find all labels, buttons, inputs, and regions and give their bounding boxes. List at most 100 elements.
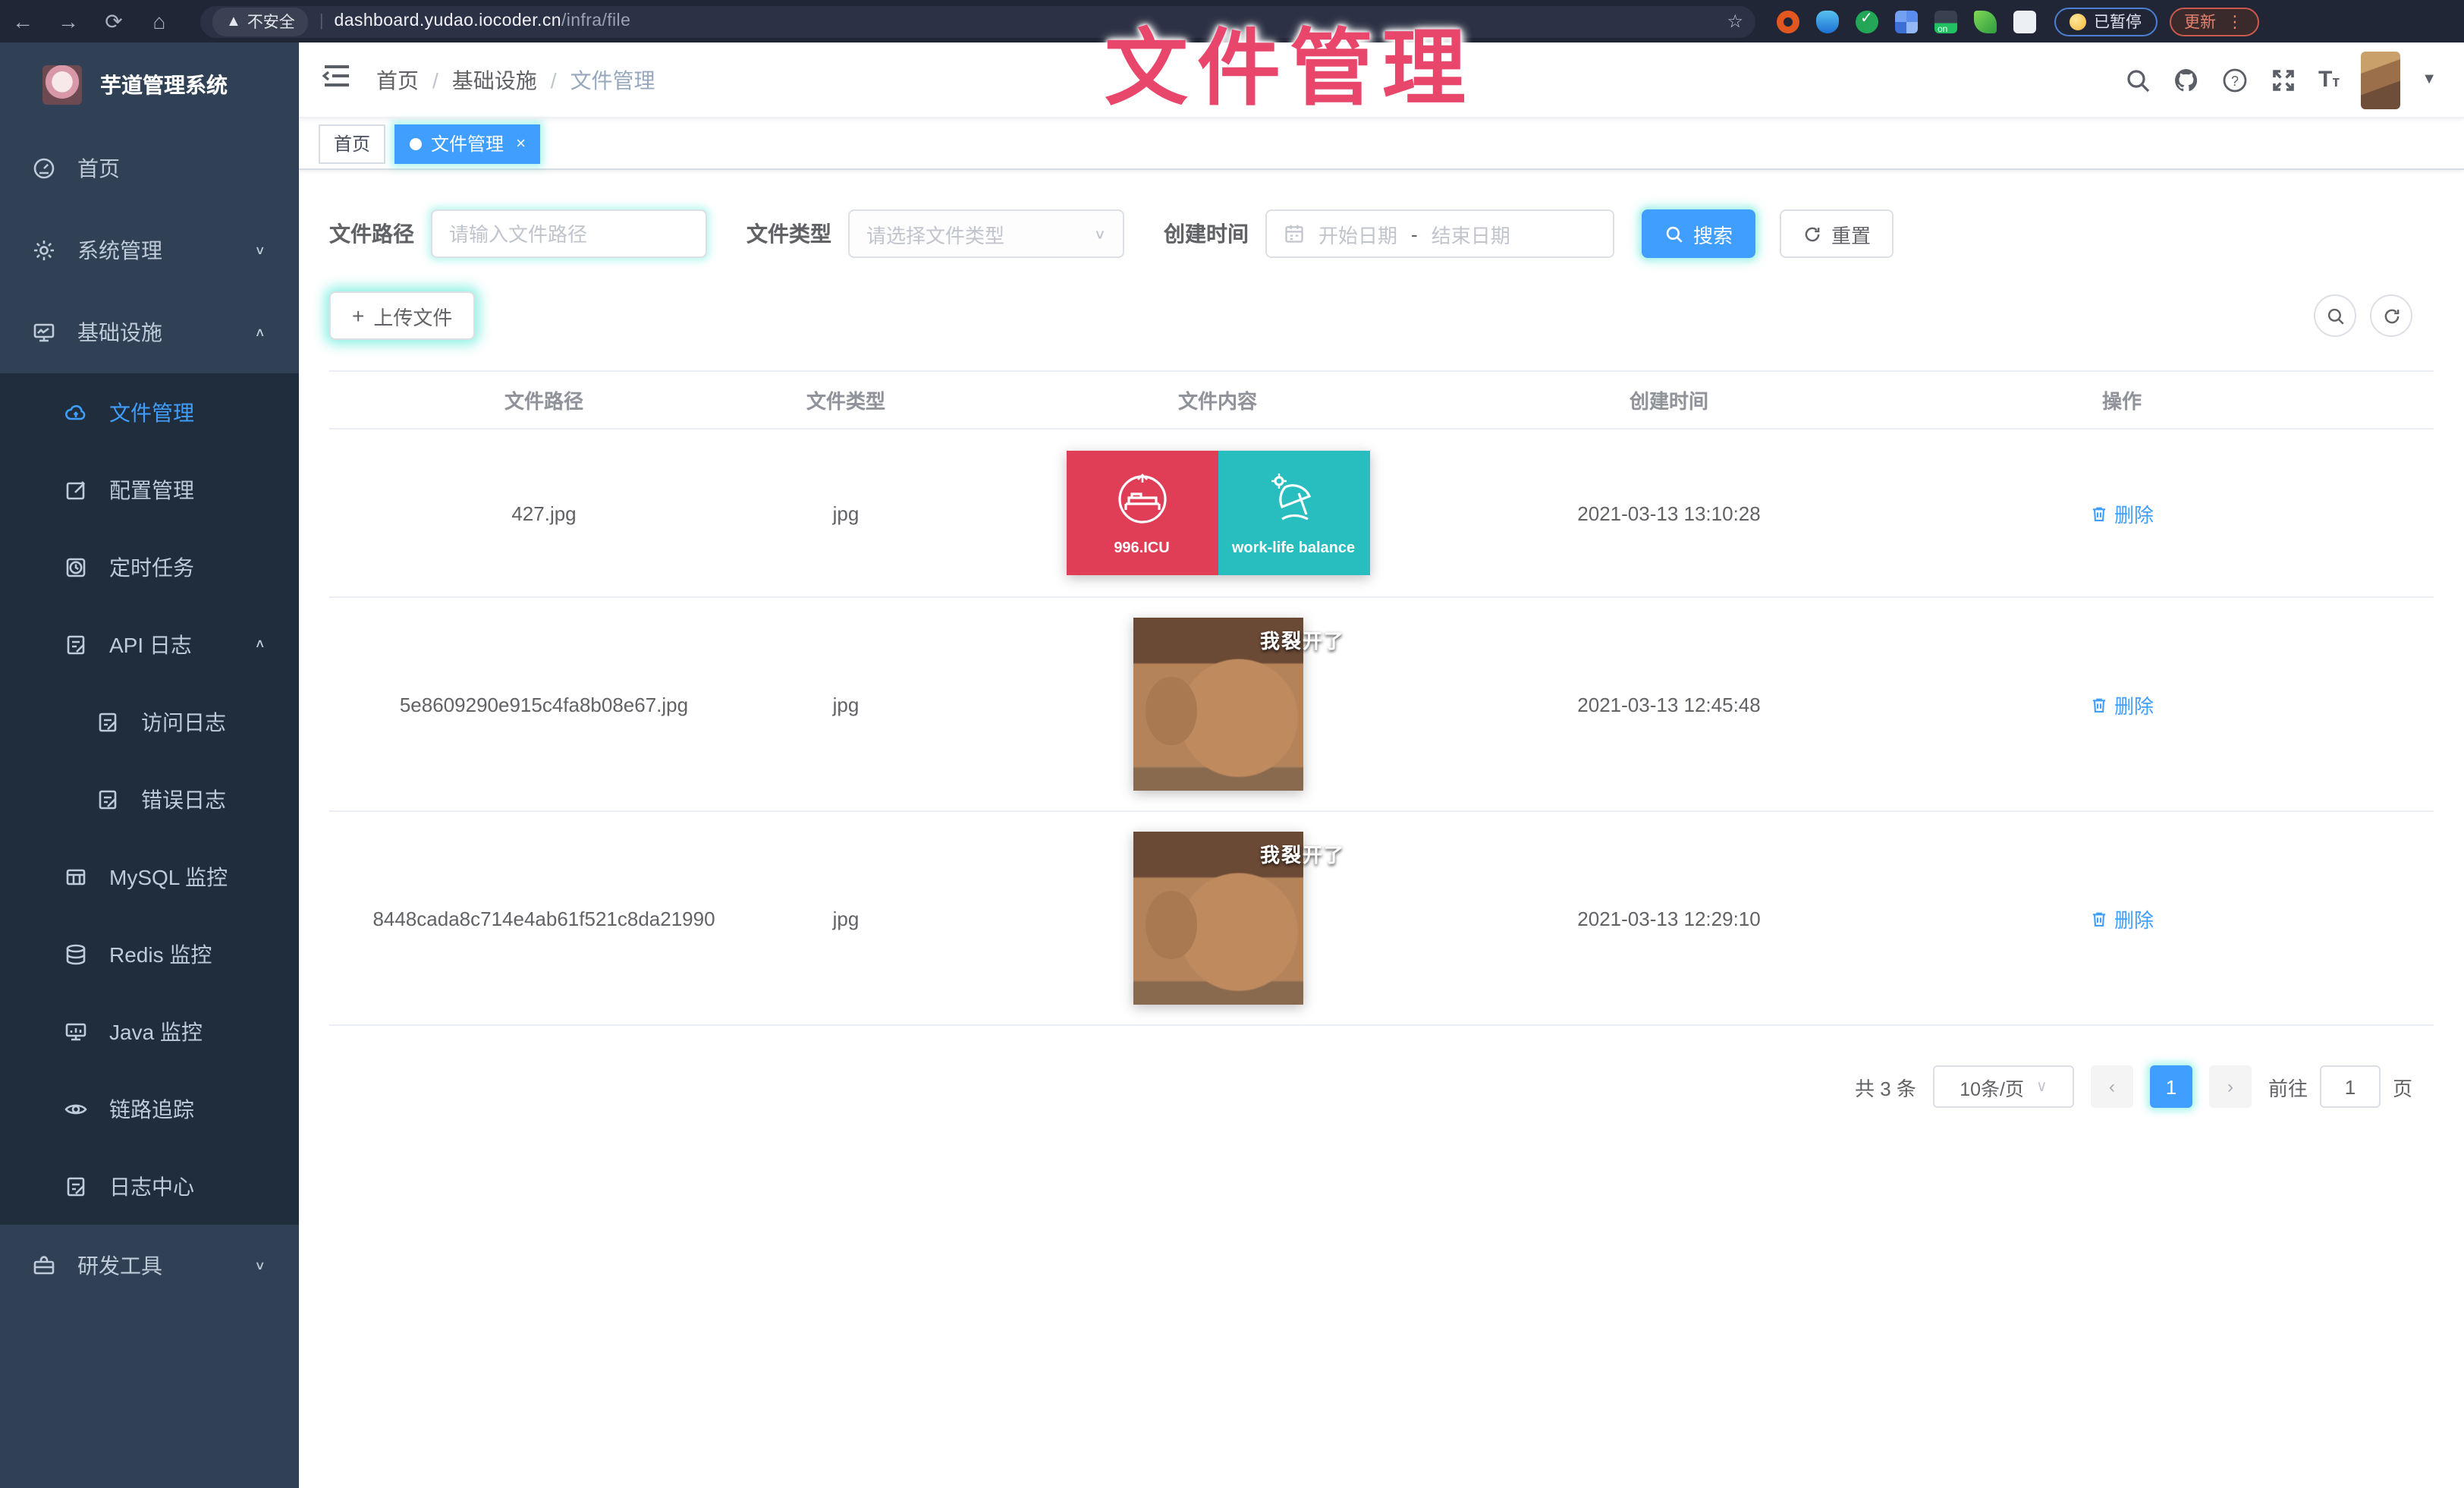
chevron-down-icon: ∨	[2036, 1078, 2048, 1095]
sidebar-item-10[interactable]: Redis 监控	[0, 915, 299, 993]
db-icon	[64, 942, 88, 966]
browser-update-pill[interactable]: 更新 ⋮	[2169, 7, 2258, 36]
file-preview-996-banner[interactable]: 996.ICUwork-life balance	[1066, 451, 1369, 575]
extension-leaf-icon[interactable]	[1974, 10, 1997, 33]
cell-file-type: jpg	[759, 489, 933, 536]
page-size-select[interactable]: 10条/页 ∨	[1933, 1065, 2074, 1108]
sidebar-item-label: 链路追踪	[109, 1093, 194, 1124]
umbrella-icon	[1263, 469, 1324, 534]
sidebar-item-1[interactable]: 系统管理∨	[0, 209, 299, 291]
sidebar-item-6[interactable]: API 日志∧	[0, 606, 299, 683]
file-preview-baby-meme[interactable]: 我裂开了	[1133, 832, 1303, 1005]
sidebar-item-13[interactable]: 日志中心	[0, 1147, 299, 1225]
docs-question-icon[interactable]: ?	[2221, 66, 2249, 93]
security-chip[interactable]: ▲ 不安全	[212, 7, 309, 36]
extension-squares-icon[interactable]	[1895, 10, 1918, 33]
extension-switch-on-icon[interactable]	[1934, 10, 1957, 33]
delete-button[interactable]: 删除	[2090, 904, 2154, 933]
sidebar-item-9[interactable]: MySQL 监控	[0, 838, 299, 915]
chevron-up-icon: ∧	[254, 637, 266, 651]
browser-home-icon[interactable]: ⌂	[137, 9, 182, 33]
upload-file-button[interactable]: + 上传文件	[329, 291, 475, 340]
delete-button[interactable]: 删除	[2090, 690, 2154, 719]
goto-label: 前往	[2268, 1072, 2308, 1101]
hamburger-icon[interactable]	[322, 62, 352, 97]
file-path-input[interactable]	[449, 222, 689, 245]
tag-file-manage[interactable]: 文件管理 ×	[394, 124, 541, 163]
sidebar-item-5[interactable]: 定时任务	[0, 528, 299, 606]
sidebar-item-12[interactable]: 链路追踪	[0, 1070, 299, 1147]
app-title: 芋道管理系统	[100, 70, 228, 100]
current-page-button[interactable]: 1	[2150, 1065, 2192, 1108]
header-search-icon[interactable]	[2124, 66, 2151, 93]
breadcrumb-separator: /	[551, 68, 557, 92]
table-toolbar: + 上传文件	[329, 291, 2434, 340]
search-form: 文件路径 文件类型 请选择文件类型 ∨ 创建时间 开始日期 - 结束日期	[329, 209, 2434, 258]
breadcrumb-home[interactable]: 首页	[376, 64, 419, 95]
browser-reload-icon[interactable]: ⟳	[91, 8, 137, 34]
extension-green-check-icon[interactable]	[1856, 10, 1878, 33]
reset-button-label: 重置	[1831, 219, 1871, 248]
sidebar-item-7[interactable]: 访问日志	[0, 683, 299, 760]
extension-icons	[1777, 10, 2036, 33]
update-label: 更新	[2184, 10, 2216, 33]
banner-worklife-right: work-life balance	[1218, 451, 1369, 575]
prev-page-button[interactable]: ‹	[2091, 1065, 2133, 1108]
app-logo	[42, 65, 82, 105]
upload-button-label: 上传文件	[373, 301, 452, 330]
font-size-icon[interactable]: Tт	[2318, 67, 2340, 93]
toggle-search-icon[interactable]	[2314, 294, 2356, 337]
tag-close-icon[interactable]: ×	[516, 134, 526, 153]
sidebar-item-label: Java 监控	[109, 1016, 203, 1046]
table-body: 427.jpgjpg996.ICUwork-life balance2021-0…	[329, 429, 2434, 1026]
date-range-picker[interactable]: 开始日期 - 结束日期	[1265, 209, 1614, 258]
url-text: dashboard.yudao.iocoder.cn/infra/file	[335, 12, 631, 30]
clock-icon	[64, 555, 88, 579]
avatar-caret-icon[interactable]: ▼	[2422, 71, 2437, 88]
browser-back-icon[interactable]: ←	[0, 9, 46, 33]
extension-orange-icon[interactable]	[1777, 10, 1799, 33]
file-type-label: 文件类型	[746, 219, 831, 249]
bed-icon	[1111, 469, 1172, 534]
sidebar-item-4[interactable]: 配置管理	[0, 451, 299, 528]
github-icon[interactable]	[2173, 66, 2200, 93]
delete-label: 删除	[2114, 904, 2154, 933]
refresh-table-icon[interactable]	[2370, 294, 2412, 337]
sidebar-submenu: 文件管理配置管理定时任务API 日志∧访问日志错误日志MySQL 监控 Redis…	[0, 373, 299, 1225]
browser-forward-icon[interactable]: →	[46, 9, 91, 33]
pagination: 共 3 条 10条/页 ∨ ‹ 1 › 前往 页	[329, 1065, 2434, 1108]
table-row: 5e8609290e915c4fa8b08e67.jpgjpg我裂开了2021-…	[329, 598, 2434, 812]
browser-menu-icon[interactable]: ⋮	[2227, 11, 2243, 31]
fullscreen-icon[interactable]	[2270, 66, 2297, 93]
goto-page-input[interactable]	[2320, 1065, 2381, 1108]
extension-blue-icon[interactable]	[1816, 10, 1839, 33]
tag-home[interactable]: 首页	[319, 124, 385, 163]
search-button[interactable]: 搜索	[1642, 209, 1755, 258]
col-file-content: 文件内容	[933, 372, 1502, 428]
sidebar-item-label: Redis 监控	[109, 939, 212, 969]
breadcrumb-infra[interactable]: 基础设施	[452, 64, 537, 95]
sidebar-item-14[interactable]: 研发工具∨	[0, 1225, 299, 1307]
cell-file-type: jpg	[759, 895, 933, 942]
sidebar-logo-row[interactable]: 芋道管理系统	[0, 42, 299, 127]
delete-button[interactable]: 删除	[2090, 499, 2154, 527]
url-host: dashboard.yudao.iocoder.cn	[335, 12, 561, 30]
tag-active-label: 文件管理	[431, 131, 504, 156]
user-avatar[interactable]	[2361, 51, 2400, 109]
sidebar-item-0[interactable]: 首页	[0, 127, 299, 209]
sidebar-item-2[interactable]: 基础设施∧	[0, 291, 299, 373]
cell-file-path: 427.jpg	[329, 489, 759, 536]
browser-address-bar[interactable]: ▲ 不安全 | dashboard.yudao.iocoder.cn/infra…	[200, 5, 1755, 37]
sidebar-item-8[interactable]: 错误日志	[0, 760, 299, 838]
file-type-select[interactable]: 请选择文件类型 ∨	[848, 209, 1124, 258]
bookmark-star-icon[interactable]: ☆	[1727, 11, 1743, 32]
sidebar-item-11[interactable]: Java 监控	[0, 993, 299, 1070]
sidebar-item-3[interactable]: 文件管理	[0, 373, 299, 451]
extensions-puzzle-icon[interactable]	[2013, 10, 2036, 33]
reset-button[interactable]: 重置	[1780, 209, 1894, 258]
next-page-button[interactable]: ›	[2209, 1065, 2252, 1108]
navbar-actions: ? Tт ▼	[2124, 51, 2464, 109]
file-preview-baby-meme[interactable]: 我裂开了	[1133, 618, 1303, 791]
table-header-row: 文件路径 文件类型 文件内容 创建时间 操作	[329, 372, 2434, 429]
profile-paused-pill[interactable]: 已暂停	[2054, 7, 2157, 36]
